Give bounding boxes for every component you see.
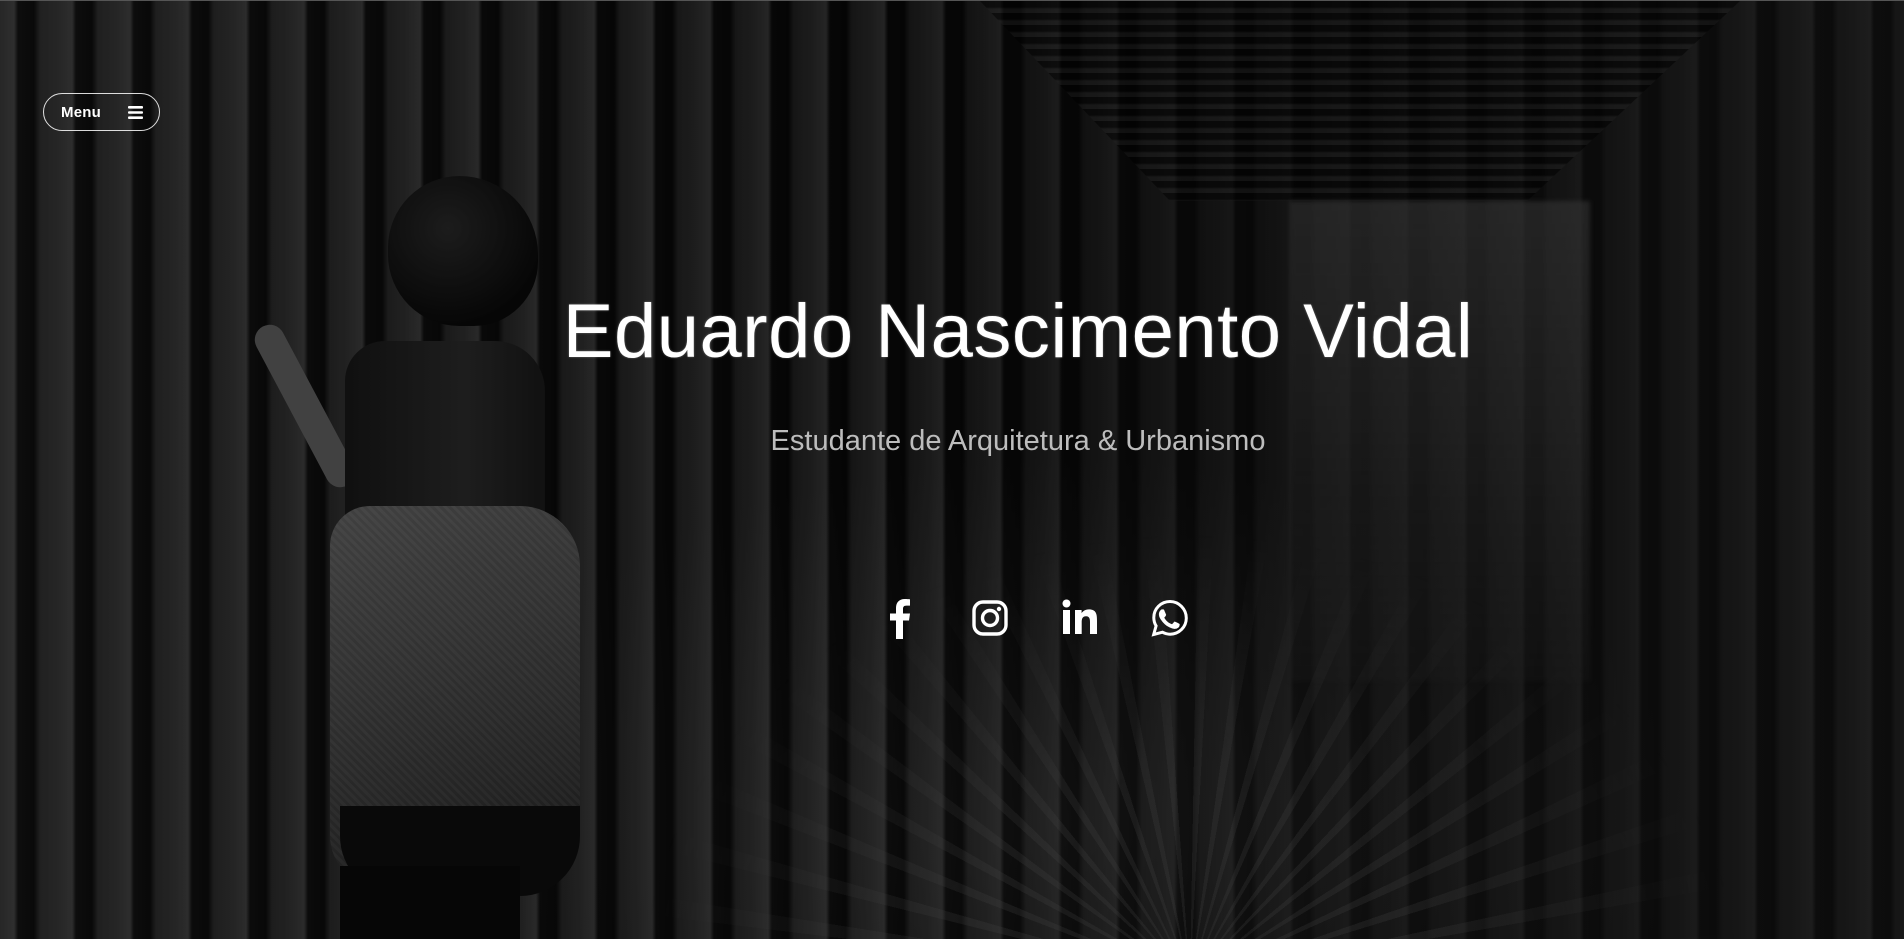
facebook-link[interactable] — [880, 597, 920, 639]
page-title: Eduardo Nascimento Vidal — [562, 289, 1474, 374]
hamburger-icon — [128, 105, 143, 119]
linkedin-link[interactable] — [1060, 597, 1100, 639]
menu-button[interactable]: Menu — [43, 93, 160, 131]
hero-section: Menu Eduardo Nascimento Vidal Estudante … — [0, 0, 1904, 939]
instagram-icon — [970, 597, 1010, 639]
instagram-link[interactable] — [970, 597, 1010, 639]
facebook-icon — [880, 597, 920, 639]
page-subtitle: Estudante de Arquitetura & Urbanismo — [770, 425, 1266, 457]
background-overlay — [0, 1, 1904, 939]
menu-button-label: Menu — [61, 103, 101, 121]
linkedin-icon — [1060, 597, 1100, 639]
whatsapp-link[interactable] — [1150, 597, 1190, 639]
whatsapp-icon — [1150, 597, 1190, 639]
social-links — [880, 597, 1190, 639]
